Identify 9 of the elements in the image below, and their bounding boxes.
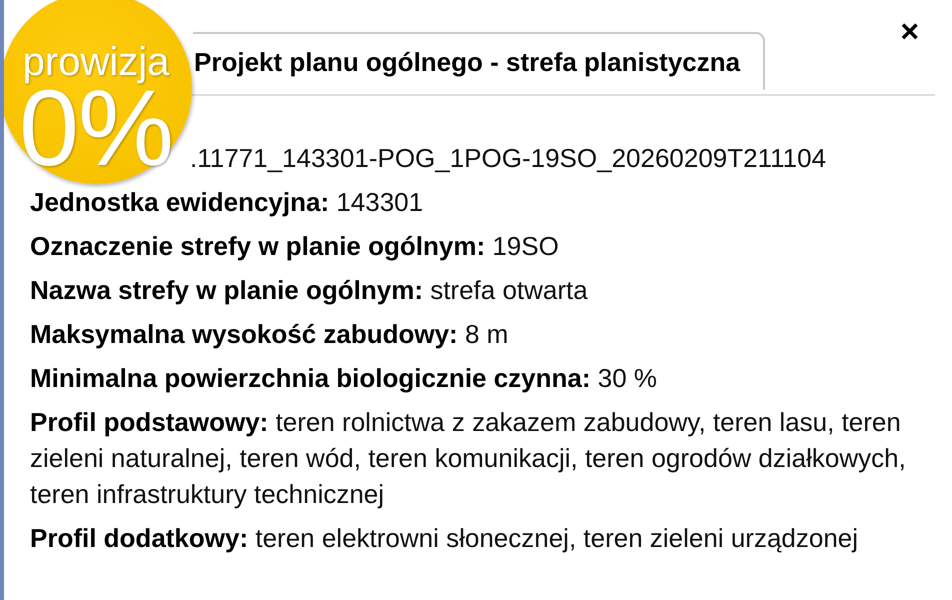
- attribute-text: Jednostka ewidencyjna: 143301: [30, 186, 424, 219]
- identifier-text: .11771_143301-POG_1POG-19SO_20260209T211104: [190, 142, 826, 175]
- attribute-text: Nazwa strefy w planie ogólnym: strefa otwarta: [30, 274, 588, 307]
- close-button[interactable]: ×: [898, 15, 921, 47]
- attribute-text: Maksymalna wysokość zabudowy: 8 m: [30, 318, 508, 351]
- attribute-text: Oznaczenie strefy w planie ogólnym: 19SO: [30, 230, 559, 263]
- attribute-text: Profil dodatkowy: teren elektrowni słonecznej, teren zieleni urządzonej: [30, 522, 858, 555]
- tab[interactable]: Projekt planu ogólnego - strefa planistyczna: [193, 32, 766, 90]
- attribute-text: Minimalna powierzchnia biologicznie czynna: 30 %: [30, 362, 658, 395]
